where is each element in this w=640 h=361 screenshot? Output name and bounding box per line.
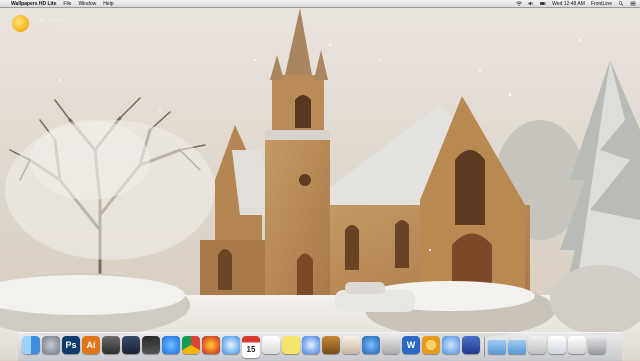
safari-icon[interactable] (222, 336, 240, 354)
downloads-stack-icon[interactable] (528, 336, 546, 354)
mission-control-icon[interactable] (122, 336, 140, 354)
sunny-weather-icon (12, 15, 29, 32)
menu-bar: Wallpapers HD Lite File Window Help Wed … (0, 0, 640, 8)
app-store-icon[interactable] (162, 336, 180, 354)
menu-window[interactable]: Window (78, 1, 96, 7)
garageband-icon[interactable] (322, 336, 340, 354)
photoshop-icon[interactable]: Ps (62, 336, 80, 354)
ring-app-icon[interactable] (422, 336, 440, 354)
wifi-icon[interactable] (516, 1, 522, 6)
weather-widget[interactable]: Las Vegas for 102°F (12, 15, 82, 37)
applications-folder-icon[interactable] (488, 340, 506, 354)
app-name-menu[interactable]: Wallpapers HD Lite (11, 1, 56, 7)
calendar-icon[interactable]: 15 (242, 336, 260, 358)
weather-city: Las Vegas (36, 18, 65, 24)
trash-icon[interactable] (588, 336, 606, 354)
launchpad-icon[interactable] (42, 336, 60, 354)
preview-icon[interactable] (342, 336, 360, 354)
directory-utility-icon[interactable] (382, 336, 400, 354)
image-capture-icon[interactable] (102, 336, 120, 354)
menu-user[interactable]: FrontLine (591, 1, 612, 7)
text-edit-icon[interactable] (262, 336, 280, 354)
text-document-icon[interactable] (568, 336, 586, 354)
word-icon[interactable]: W (402, 336, 420, 354)
dock: Ps Ai 15 W (18, 332, 622, 361)
utility-icon[interactable] (362, 336, 380, 354)
messages-icon[interactable] (442, 336, 460, 354)
volume-icon[interactable] (528, 1, 534, 6)
itunes-icon[interactable] (302, 336, 320, 354)
chrome-icon[interactable] (182, 336, 200, 354)
menu-file[interactable]: File (63, 1, 71, 7)
dock-separator (484, 337, 485, 357)
menu-clock[interactable]: Wed 12:48 AM (552, 1, 585, 7)
stickies-icon[interactable] (282, 336, 300, 354)
itunes-store-icon[interactable] (462, 336, 480, 354)
battery-icon[interactable] (540, 1, 546, 6)
desktop-wallpaper (0, 0, 640, 360)
photo-booth-icon[interactable] (142, 336, 160, 354)
finder-icon[interactable] (22, 336, 40, 354)
weather-temperature: for 102°F (36, 26, 53, 31)
spotlight-search-icon[interactable] (618, 1, 624, 6)
firefox-icon[interactable] (202, 336, 220, 354)
illustrator-icon[interactable]: Ai (82, 336, 100, 354)
documents-folder-icon[interactable] (508, 340, 526, 354)
document-stack-icon[interactable] (548, 336, 566, 354)
notification-center-icon[interactable] (630, 1, 636, 6)
menu-help[interactable]: Help (103, 1, 113, 7)
